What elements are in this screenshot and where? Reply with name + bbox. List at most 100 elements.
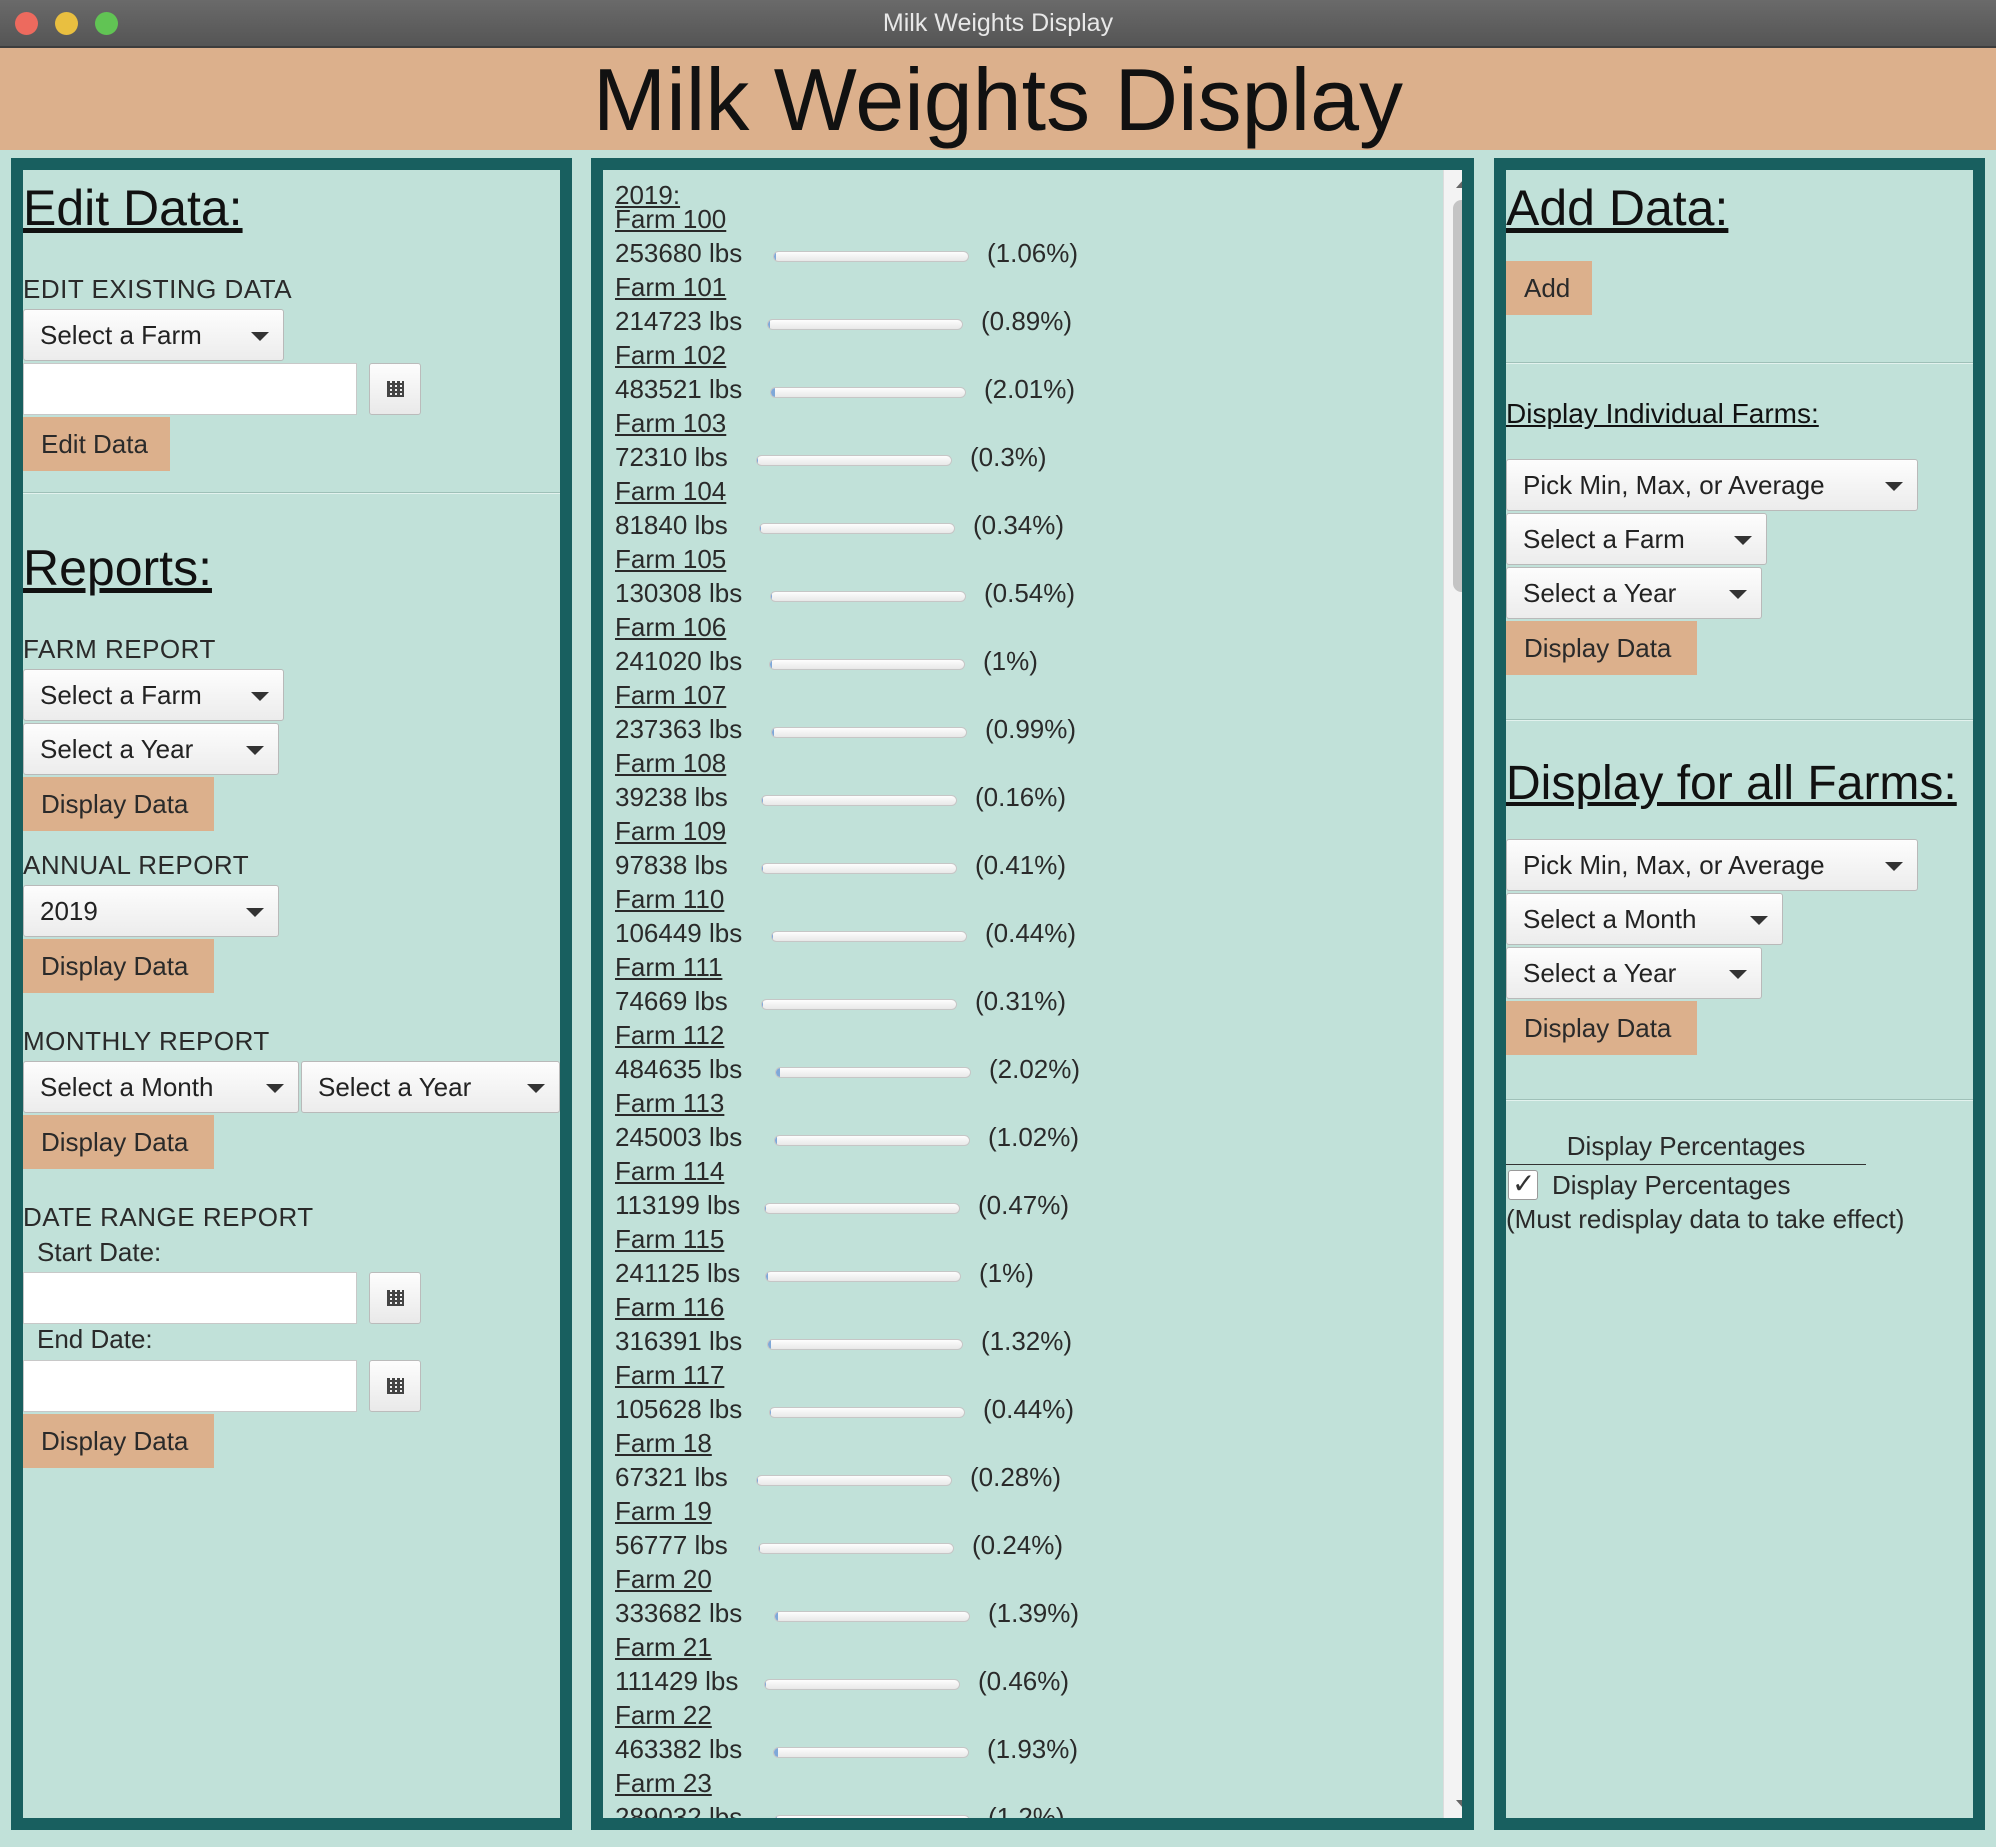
- farm-link[interactable]: Farm 108: [615, 748, 726, 779]
- farm-progress-bar: [770, 591, 966, 602]
- farm-weight: 253680 lbs: [615, 238, 743, 268]
- all-display-button[interactable]: Display Data: [1506, 1001, 1697, 1055]
- divider: [23, 492, 560, 494]
- farm-link[interactable]: Farm 114: [615, 1156, 724, 1187]
- individual-year-select[interactable]: Select a Year: [1506, 567, 1762, 619]
- chevron-down-icon: [251, 692, 269, 701]
- display-percentages-checkbox[interactable]: ✓: [1508, 1168, 1538, 1200]
- farm-report-farm-select[interactable]: Select a Farm: [23, 669, 284, 721]
- farm-report-year-value: Select a Year: [40, 734, 194, 764]
- reports-heading: Reports:: [23, 540, 212, 596]
- farm-progress-bar: [761, 795, 957, 806]
- farm-link[interactable]: Farm 112: [615, 1020, 724, 1051]
- farm-progress-bar: [773, 251, 969, 262]
- farm-link[interactable]: Farm 115: [615, 1224, 724, 1255]
- all-year-select[interactable]: Select a Year: [1506, 947, 1762, 999]
- farm-weight: 463382 lbs: [615, 1734, 743, 1764]
- individual-stat-select[interactable]: Pick Min, Max, or Average: [1506, 459, 1918, 511]
- farm-weight: 81840 lbs: [615, 510, 728, 540]
- farm-link[interactable]: Farm 107: [615, 680, 726, 711]
- farm-link[interactable]: Farm 117: [615, 1360, 724, 1391]
- date-range-display-button[interactable]: Display Data: [23, 1414, 214, 1468]
- farm-link[interactable]: Farm 20: [615, 1564, 712, 1595]
- farm-progress-fill: [776, 1068, 780, 1077]
- farm-link[interactable]: Farm 19: [615, 1496, 712, 1527]
- farm-link[interactable]: Farm 100: [615, 204, 726, 235]
- farm-percent: (0.46%): [978, 1666, 1070, 1696]
- scrollbar-thumb[interactable]: [1453, 200, 1462, 592]
- add-button[interactable]: Add: [1506, 261, 1592, 315]
- individual-display-button[interactable]: Display Data: [1506, 621, 1697, 675]
- farm-link[interactable]: Farm 18: [615, 1428, 712, 1459]
- annual-report-label: ANNUAL REPORT: [23, 850, 250, 880]
- percentages-note: (Must redisplay data to take effect): [1506, 1204, 1905, 1234]
- calendar-button[interactable]: [369, 363, 421, 415]
- start-date-input[interactable]: [23, 1272, 357, 1324]
- farm-report-farm-value: Select a Farm: [40, 680, 202, 710]
- edit-farm-select[interactable]: Select a Farm: [23, 309, 284, 361]
- farm-progress-fill: [771, 592, 773, 601]
- monthly-report-month-select[interactable]: Select a Month: [23, 1061, 299, 1113]
- annual-report-display-button[interactable]: Display Data: [23, 939, 214, 993]
- farm-report-year-select[interactable]: Select a Year: [23, 723, 279, 775]
- farm-percent: (1.32%): [981, 1326, 1073, 1356]
- edit-data-button[interactable]: Edit Data: [23, 417, 170, 471]
- farm-progress-bar: [774, 1135, 970, 1146]
- farm-progress-bar: [773, 1747, 969, 1758]
- farm-progress-fill: [775, 1612, 778, 1621]
- scroll-up-icon[interactable]: [1456, 180, 1462, 188]
- farm-weight: 241125 lbs: [615, 1258, 741, 1288]
- farm-percent: (2.02%): [989, 1054, 1081, 1084]
- farm-progress-fill: [768, 1340, 771, 1349]
- chevron-down-icon: [1750, 916, 1768, 925]
- edit-date-input[interactable]: [23, 363, 357, 415]
- farm-report-display-button[interactable]: Display Data: [23, 777, 214, 831]
- farm-weight: 113199 lbs: [615, 1190, 741, 1220]
- farm-progress-bar: [759, 523, 955, 534]
- end-date-input[interactable]: [23, 1360, 357, 1412]
- farm-weight: 333682 lbs: [615, 1598, 743, 1628]
- farm-link[interactable]: Farm 109: [615, 816, 726, 847]
- farm-percent: (0.44%): [983, 1394, 1075, 1424]
- farm-link[interactable]: Farm 111: [615, 952, 722, 983]
- farm-percent: (1%): [983, 646, 1038, 676]
- display-percentages-label[interactable]: Display Percentages: [1552, 1170, 1790, 1201]
- farm-percent: (0.41%): [975, 850, 1067, 880]
- farm-link[interactable]: Farm 101: [615, 272, 726, 303]
- farm-link[interactable]: Farm 104: [615, 476, 726, 507]
- farm-weight: 484635 lbs: [615, 1054, 743, 1084]
- end-date-calendar-button[interactable]: [369, 1360, 421, 1412]
- farm-weight: 105628 lbs: [615, 1394, 743, 1424]
- farm-progress-fill: [771, 388, 775, 397]
- annual-report-year-select[interactable]: 2019: [23, 885, 279, 937]
- vertical-scrollbar[interactable]: [1443, 170, 1462, 1818]
- individual-farm-select[interactable]: Select a Farm: [1506, 513, 1767, 565]
- chevron-down-icon: [527, 1084, 545, 1093]
- farm-link[interactable]: Farm 113: [615, 1088, 724, 1119]
- farm-weight: 56777 lbs: [615, 1530, 728, 1560]
- farm-link[interactable]: Farm 103: [615, 408, 726, 439]
- results-list[interactable]: 2019: Farm 100 253680 lbs (1.06%) Farm 101 2…: [603, 170, 1441, 1818]
- farm-percent: (1.2%): [988, 1802, 1065, 1830]
- farm-link[interactable]: Farm 116: [615, 1292, 724, 1323]
- farm-weight: 106449 lbs: [615, 918, 743, 948]
- farm-link[interactable]: Farm 105: [615, 544, 726, 575]
- chevron-down-icon: [246, 908, 264, 917]
- monthly-report-display-button[interactable]: Display Data: [23, 1115, 214, 1169]
- farm-link[interactable]: Farm 110: [615, 884, 724, 915]
- all-stat-select[interactable]: Pick Min, Max, or Average: [1506, 839, 1918, 891]
- farm-link[interactable]: Farm 102: [615, 340, 726, 371]
- divider: [1506, 1099, 1973, 1101]
- start-date-label: Start Date:: [37, 1237, 162, 1267]
- farm-percent: (0.89%): [981, 306, 1073, 336]
- start-date-calendar-button[interactable]: [369, 1272, 421, 1324]
- farm-link[interactable]: Farm 106: [615, 612, 726, 643]
- farm-link[interactable]: Farm 23: [615, 1768, 712, 1799]
- farm-link[interactable]: Farm 21: [615, 1632, 712, 1663]
- scroll-down-icon[interactable]: [1456, 1800, 1462, 1808]
- all-month-select[interactable]: Select a Month: [1506, 893, 1783, 945]
- monthly-report-year-select[interactable]: Select a Year: [301, 1061, 560, 1113]
- all-year-value: Select a Year: [1523, 958, 1677, 988]
- farm-progress-bar: [767, 1339, 963, 1350]
- farm-link[interactable]: Farm 22: [615, 1700, 712, 1731]
